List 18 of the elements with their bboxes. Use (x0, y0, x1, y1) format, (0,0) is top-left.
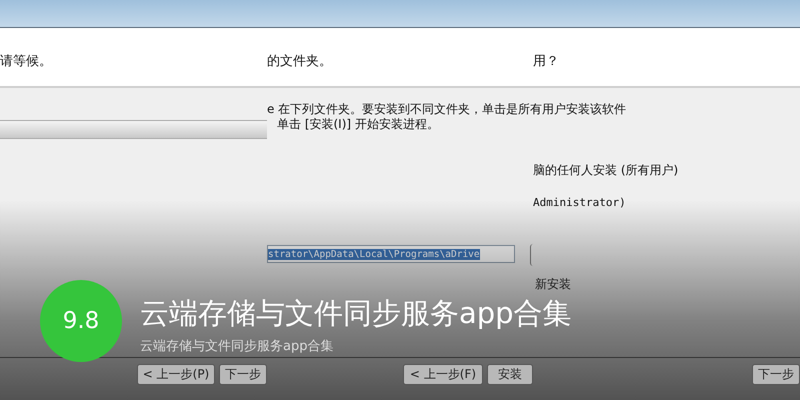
path-field[interactable]: strator\AppData\Local\Programs\aDrive (267, 245, 515, 263)
wizard-button[interactable]: 下一步 (752, 364, 800, 385)
option-text: Administrator) (533, 196, 626, 209)
header-text: 用？ (533, 53, 559, 70)
header-text: 请等候。 (0, 53, 52, 70)
install-note: 单击 [安装(I)] 开始安装进程。 (277, 116, 439, 133)
reinstall-text: 新安装 (535, 276, 571, 293)
install-note: e 在下列文件夹。要安装到不同文件夹，单击是所有用户安装该软件 (267, 101, 626, 118)
wizard-button[interactable]: < 上一步(P) (137, 364, 215, 385)
collection-subtitle: 云端存储与文件同步服务app合集 (140, 338, 334, 355)
option-text: 脑的任何人安装 (所有用户) (533, 162, 678, 179)
browse-button-edge (530, 244, 534, 266)
header-text: 的文件夹。 (267, 53, 332, 70)
score-badge: 9.8 (40, 280, 122, 362)
wizard-button[interactable]: < 上一步(F) (403, 364, 483, 385)
collection-title: 云端存储与文件同步服务app合集 (140, 295, 572, 332)
wizard-button[interactable]: 下一步 (219, 364, 267, 385)
wizard-button[interactable]: 安装 (487, 364, 533, 385)
